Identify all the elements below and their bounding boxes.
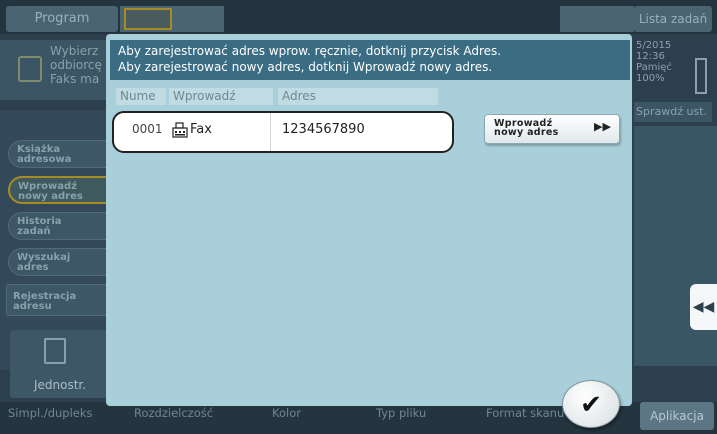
row-number: 0001 bbox=[132, 122, 163, 136]
dialog-message: Aby zarejestrować adres wprow. ręcznie, … bbox=[110, 40, 630, 80]
destination-text: Wybierz odbiorcę Faks ma bbox=[50, 44, 102, 86]
tab-program[interactable]: Program bbox=[6, 6, 118, 32]
message-line-1: Aby zarejestrować adres wprow. ręcznie, … bbox=[118, 44, 502, 58]
tab-duplex[interactable]: Simpl./dupleks bbox=[8, 406, 93, 420]
search-tab[interactable] bbox=[560, 6, 634, 32]
tab-icon-selected[interactable] bbox=[124, 8, 172, 30]
tab-scan-size[interactable]: Format skanu bbox=[486, 406, 564, 420]
simplex-icon bbox=[44, 338, 66, 364]
memory-gauge-icon bbox=[695, 58, 707, 94]
column-header-number: Nume bbox=[116, 88, 166, 105]
ok-button[interactable]: ✔ bbox=[562, 380, 620, 428]
address-book-button[interactable]: Książka adresowa bbox=[8, 140, 110, 168]
row-divider bbox=[270, 113, 271, 151]
message-line-2: Aby zarejestrować nowy adres, dotknij Wp… bbox=[118, 60, 493, 74]
destination-icon bbox=[18, 56, 42, 82]
search-address-button[interactable]: Wyszukaj adres bbox=[8, 248, 110, 276]
check-settings-button[interactable]: Sprawdź ust. bbox=[634, 102, 712, 122]
address-registration-button[interactable]: Rejestracja adresu bbox=[6, 284, 110, 316]
job-history-button[interactable]: Historia zadań bbox=[8, 212, 110, 240]
tab-resolution[interactable]: Rozdzielczość bbox=[134, 406, 213, 420]
new-address-button-label: Wprowadź nowy adres bbox=[494, 118, 559, 138]
collapse-arrow-button[interactable]: ◀◀ bbox=[690, 284, 717, 330]
row-address: 1234567890 bbox=[282, 122, 365, 137]
tab-color[interactable]: Kolor bbox=[272, 406, 301, 420]
row-type: Fax bbox=[190, 122, 212, 137]
double-arrow-icon: ▶▶ bbox=[594, 120, 611, 133]
tab-lista-zadan[interactable]: Lista zadań bbox=[634, 6, 712, 32]
tab-file-type[interactable]: Typ pliku bbox=[376, 406, 426, 420]
column-header-address: Adres bbox=[278, 88, 438, 105]
simplex-label: Jednostr. bbox=[33, 378, 87, 392]
right-panel bbox=[634, 126, 717, 366]
new-address-side-button[interactable]: Wprowadź nowy adres bbox=[8, 176, 110, 204]
tab-application[interactable]: Aplikacja bbox=[640, 402, 714, 430]
fax-icon bbox=[172, 122, 188, 138]
column-header-type: Wprowadź bbox=[169, 88, 273, 105]
